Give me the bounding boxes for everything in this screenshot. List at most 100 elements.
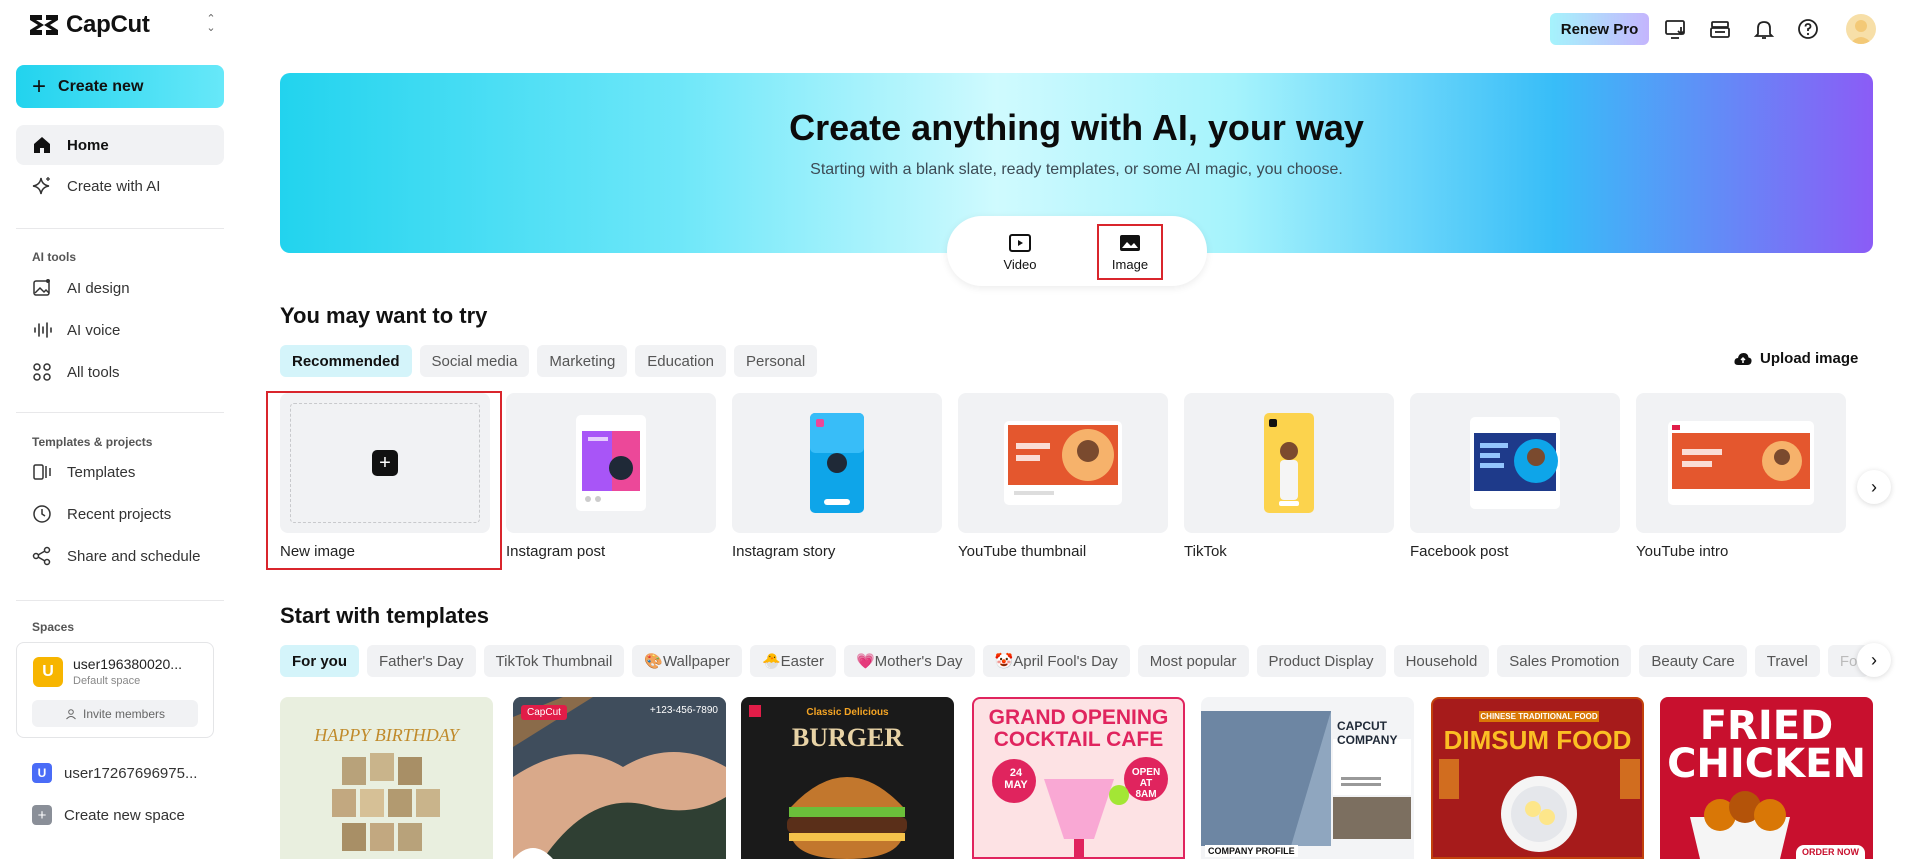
chip-household[interactable]: Household (1393, 645, 1490, 677)
renew-pro-button[interactable]: Renew Pro (1550, 13, 1649, 45)
template-card-brand: CapCut (521, 705, 567, 720)
sidebar-item-label: Templates (67, 463, 136, 481)
instagram-story-illustration (810, 413, 864, 513)
upload-image-button[interactable]: Upload image (1734, 350, 1858, 367)
image-ai-icon (32, 278, 52, 298)
try-section-title: You may want to try (280, 303, 488, 328)
chip-wallpaper[interactable]: 🎨Wallpaper (632, 645, 742, 677)
card-thumbnail (732, 393, 942, 533)
user-add-icon (66, 708, 76, 719)
create-new-button[interactable]: + Create new (16, 65, 224, 108)
chip-marketing[interactable]: Marketing (537, 345, 628, 377)
chip-education[interactable]: Education (635, 345, 726, 377)
templates-next-arrow-icon[interactable]: › (1857, 643, 1891, 677)
fried-chicken-illustration (1690, 791, 1790, 859)
card-youtube-thumbnail[interactable]: YouTube thumbnail (958, 393, 1168, 560)
workspace-switch-icon[interactable]: ⌃ ⌄ (204, 14, 218, 35)
instagram-post-illustration (576, 415, 646, 511)
sparkle-icon (32, 176, 52, 196)
chip-april-fools-day[interactable]: 🤡April Fool's Day (982, 645, 1130, 677)
card-youtube-intro[interactable]: YouTube intro (1636, 393, 1846, 560)
chip-mothers-day[interactable]: 💗Mother's Day (843, 645, 975, 677)
mode-image-button[interactable]: Image (1097, 224, 1163, 280)
upload-image-label: Upload image (1760, 350, 1859, 367)
space-item[interactable]: U user17267696975... (32, 763, 197, 783)
sidebar-item-templates[interactable]: Templates (16, 452, 224, 492)
youtube-intro-illustration (1668, 421, 1814, 505)
chip-product-display[interactable]: Product Display (1256, 645, 1386, 677)
template-card-subtext: COMPANY PROFILE (1205, 845, 1298, 857)
template-card-burger[interactable]: Classic Delicious BURGER (741, 697, 954, 859)
chip-social-media[interactable]: Social media (419, 345, 530, 377)
invite-members-label: Invite members (82, 706, 166, 721)
sidebar-item-label: AI design (67, 279, 130, 297)
mode-video-button[interactable]: Video (987, 224, 1053, 280)
card-instagram-post[interactable]: Instagram post (506, 393, 716, 560)
card-label: Instagram story (732, 543, 836, 560)
sidebar-item-label: All tools (67, 363, 120, 381)
templates-icon (32, 462, 52, 482)
space-card[interactable]: U user196380020... Default space Invite … (16, 642, 214, 738)
try-next-arrow-icon[interactable]: › (1857, 470, 1891, 504)
sidebar-item-label: Create with AI (67, 177, 161, 195)
help-icon[interactable] (1795, 16, 1821, 42)
create-new-space-label: Create new space (64, 806, 185, 824)
plus-icon: + (32, 805, 52, 825)
chip-sales-promotion[interactable]: Sales Promotion (1497, 645, 1632, 677)
template-card-birthday[interactable]: HAPPY BIRTHDAY (280, 697, 493, 859)
template-card-cocktail[interactable]: GRAND OPENING COCKTAIL CAFE 24 MAY OPEN … (972, 697, 1185, 859)
chip-most-popular[interactable]: Most popular (1137, 645, 1249, 677)
template-card-company[interactable]: CAPCUT COMPANY COMPANY PROFILE (1201, 697, 1414, 859)
chip-beauty-care[interactable]: Beauty Care (1639, 645, 1747, 677)
sidebar-item-create-with-ai[interactable]: Create with AI (16, 166, 224, 206)
grid-icon (32, 362, 52, 382)
card-instagram-story[interactable]: Instagram story (732, 393, 942, 560)
card-label: Facebook post (1410, 543, 1509, 560)
bell-icon[interactable] (1751, 16, 1777, 42)
card-thumbnail (1410, 393, 1620, 533)
sidebar-item-recent-projects[interactable]: Recent projects (16, 494, 224, 534)
chip-tiktok-thumbnail[interactable]: TikTok Thumbnail (483, 645, 625, 677)
card-thumbnail (1184, 393, 1394, 533)
chip-for-you[interactable]: For you (280, 645, 359, 677)
youtube-thumbnail-illustration (1004, 421, 1122, 505)
video-icon (1009, 233, 1031, 252)
sidebar-item-all-tools[interactable]: All tools (16, 352, 224, 392)
sidebar-item-home[interactable]: Home (16, 125, 224, 165)
facebook-post-illustration (1470, 417, 1560, 509)
sidebar-item-ai-voice[interactable]: AI voice (16, 310, 224, 350)
create-new-space-button[interactable]: + Create new space (32, 805, 185, 825)
cloud-upload-icon (1734, 352, 1752, 365)
app-logo[interactable]: CapCut ⌃ ⌄ (28, 10, 218, 40)
card-tiktok[interactable]: TikTok (1184, 393, 1394, 560)
storage-icon[interactable] (1707, 16, 1733, 42)
section-label-spaces: Spaces (32, 620, 75, 634)
template-card-dimsum[interactable]: CHINESE TRADITIONAL FOOD DIMSUM FOOD (1431, 697, 1644, 859)
template-card-phone: +123-456-7890 (649, 705, 718, 716)
chip-easter[interactable]: 🐣Easter (749, 645, 836, 677)
sidebar-item-label: Home (67, 136, 109, 154)
dimsum-plate-illustration (1439, 759, 1640, 852)
chip-fathers-day[interactable]: Father's Day (367, 645, 476, 677)
sidebar-item-ai-design[interactable]: AI design (16, 268, 224, 308)
card-label: Instagram post (506, 543, 606, 560)
section-label-ai-tools: AI tools (32, 250, 76, 264)
chip-personal[interactable]: Personal (734, 345, 818, 377)
share-icon (32, 546, 52, 566)
tiktok-illustration (1264, 413, 1314, 513)
app-name: CapCut (66, 11, 150, 38)
user-avatar[interactable] (1846, 14, 1876, 44)
capcut-logo-icon (30, 15, 58, 35)
invite-members-button[interactable]: Invite members (32, 700, 198, 727)
card-facebook-post[interactable]: Facebook post (1410, 393, 1620, 560)
voice-wave-icon (32, 320, 52, 340)
template-card-hands[interactable]: CapCut +123-456-7890 (513, 697, 726, 859)
template-card-order-button: ORDER NOW (1796, 845, 1865, 859)
template-card-fried-chicken[interactable]: FRIED CHICKEN ORDER NOW (1660, 697, 1873, 859)
sidebar-item-share-schedule[interactable]: Share and schedule (16, 536, 224, 576)
desktop-download-icon[interactable] (1663, 16, 1689, 42)
space-avatar: U (32, 763, 52, 783)
chip-recommended[interactable]: Recommended (280, 345, 412, 377)
sidebar-item-label: Recent projects (67, 505, 172, 523)
chip-travel[interactable]: Travel (1754, 645, 1820, 677)
